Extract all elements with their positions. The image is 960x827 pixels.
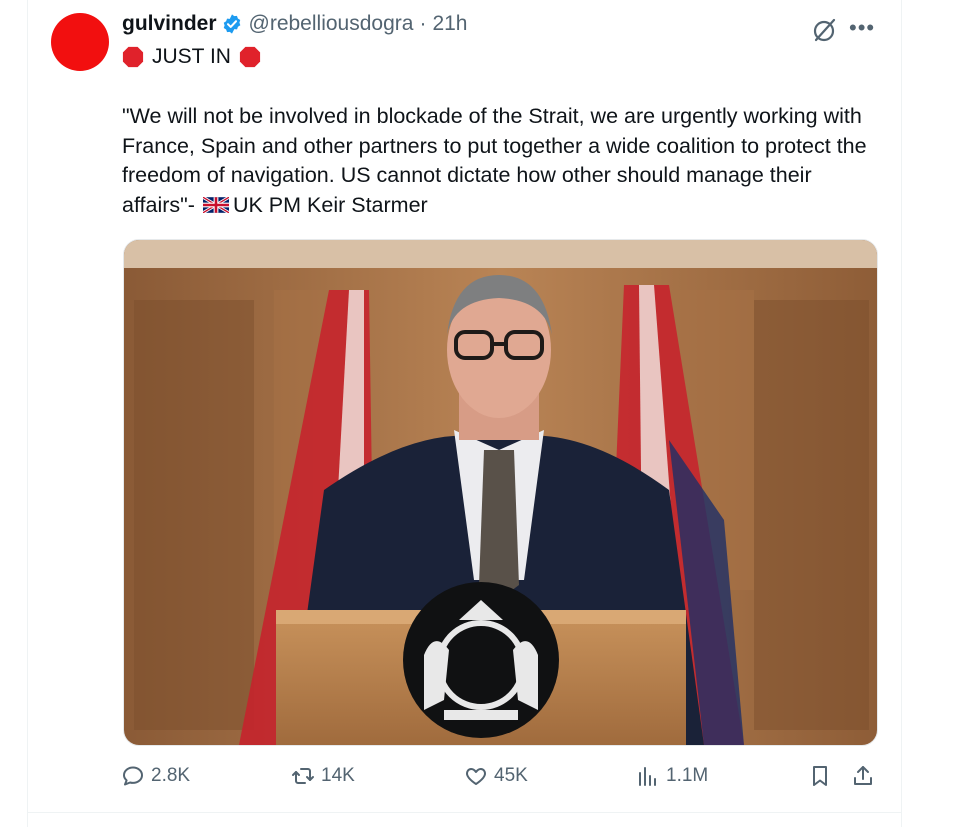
tweet-attribution: UK PM Keir Starmer [232,192,428,217]
verified-badge-icon[interactable] [221,13,243,35]
repost-icon [292,768,314,784]
tweet-divider [27,812,902,813]
action-bar: 2.8K 14K 45K 1.1M [0,760,960,796]
avatar[interactable] [51,13,109,71]
heart-icon [466,768,486,785]
tweet-header: gulvinder @rebelliousdogra · 21h [122,12,467,36]
reply-button[interactable]: 2.8K [121,764,190,788]
author-handle[interactable]: @rebelliousdogra [249,12,414,36]
tweet-image[interactable] [123,239,878,746]
uk-flag-emoji-icon [202,192,230,214]
views-count: 1.1M [666,765,709,786]
column-border-right [901,0,902,827]
reply-icon [123,766,143,786]
bookmark-button[interactable] [808,764,832,788]
more-icon[interactable]: ••• [849,14,877,42]
stop-sign-emoji-icon [239,46,261,68]
share-icon [854,766,872,785]
share-button[interactable] [851,764,875,788]
reply-count: 2.8K [151,765,191,786]
repost-button[interactable]: 14K [291,764,355,788]
banner-line: JUST IN [122,45,261,69]
stop-sign-emoji-icon [122,46,144,68]
grok-icon[interactable] [811,16,839,44]
timestamp[interactable]: 21h [432,12,467,36]
views-button[interactable]: 1.1M [636,764,708,788]
tweet-text: "We will not be involved in blockade of … [122,102,867,220]
banner-text: JUST IN [152,45,231,68]
views-icon [639,767,656,786]
like-button[interactable]: 45K [464,764,528,788]
bookmark-icon [813,766,827,786]
repost-count: 14K [321,765,355,786]
press-conference-photo [124,240,877,745]
like-count: 45K [494,765,528,786]
separator-dot: · [419,12,427,35]
column-border-left [27,0,28,827]
author-name[interactable]: gulvinder [122,12,217,36]
